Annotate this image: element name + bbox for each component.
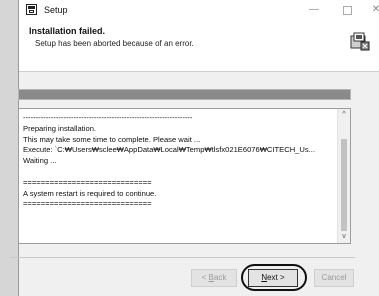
header-panel: Installation failed. Setup has been abor… [19, 20, 379, 72]
progress-bar [18, 89, 351, 100]
log-output[interactable]: ----------------------------------------… [18, 108, 351, 244]
app-icon [26, 4, 37, 15]
scroll-down-icon[interactable]: v [338, 231, 350, 243]
cancel-button[interactable]: Cancel [314, 269, 354, 287]
header-title: Installation failed. [29, 26, 106, 36]
scroll-up-icon[interactable]: ^ [338, 109, 350, 121]
maximize-icon [342, 6, 352, 15]
log-line: A system restart is required to continue… [23, 188, 157, 198]
title-bar[interactable]: Setup — ✕ [19, 0, 379, 20]
maximize-button[interactable] [336, 2, 358, 18]
log-line: Execute: `C:₩Users₩sclee₩AppData₩Local₩T… [23, 145, 316, 155]
progress-fill [19, 90, 350, 99]
minimize-button[interactable]: — [303, 2, 325, 18]
next-button[interactable]: Next > [248, 269, 298, 287]
log-lines: ----------------------------------------… [23, 113, 333, 210]
log-line: Waiting ... [23, 156, 57, 166]
log-line: ============================= [23, 177, 152, 187]
installer-icon [350, 32, 370, 51]
log-line: ============================= [23, 199, 152, 209]
footer-divider [10, 257, 355, 258]
scroll-thumb[interactable] [341, 139, 347, 231]
log-line: ----------------------------------------… [23, 113, 193, 122]
window-title: Setup [44, 5, 68, 15]
close-button[interactable]: ✕ [365, 2, 379, 18]
back-button[interactable]: < Back [191, 269, 237, 287]
log-scrollbar[interactable]: ^ v [337, 109, 350, 243]
header-subtitle: Setup has been aborted because of an err… [35, 39, 194, 48]
log-line: Preparing installation. [23, 123, 97, 133]
log-line: This may take some time to complete. Ple… [23, 134, 201, 144]
